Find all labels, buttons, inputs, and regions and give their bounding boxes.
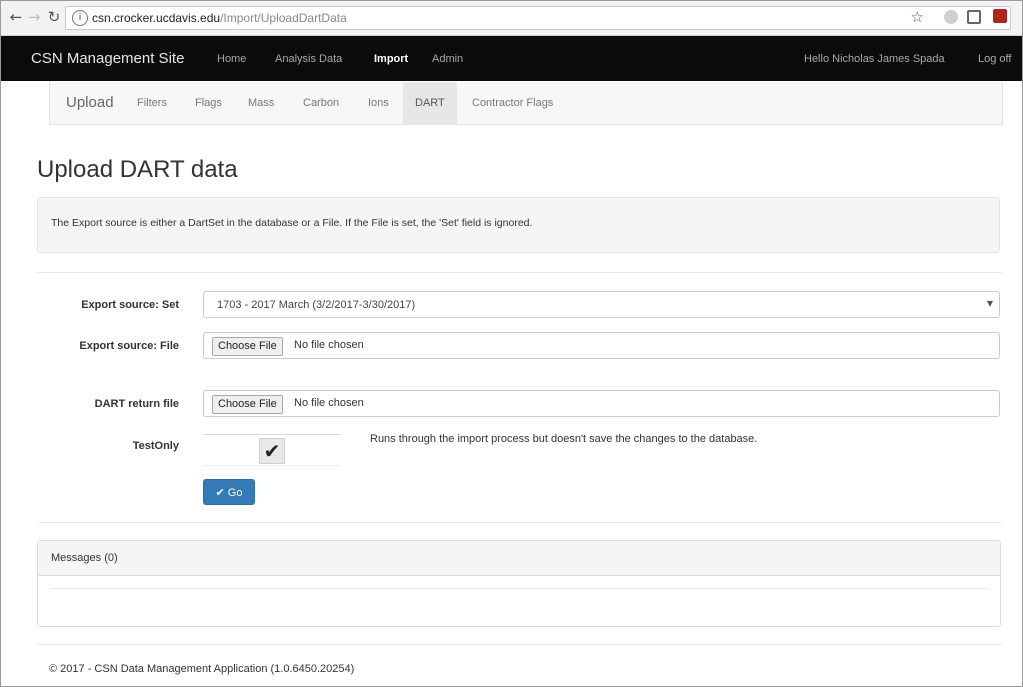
return-file-status: No file chosen [294, 397, 364, 409]
info-icon[interactable]: i [72, 10, 88, 26]
divider [51, 588, 987, 589]
url-path: /Import/UploadDartData [220, 11, 347, 25]
subnav-upload[interactable]: Upload [54, 82, 126, 124]
export-set-label: Export source: Set [81, 299, 179, 311]
browser-window: ← → ↻ i csn.crocker.ucdavis.edu/Import/U… [0, 0, 1023, 687]
checkmark-icon: ✔ [215, 486, 225, 499]
footer-text: © 2017 - CSN Data Management Application… [49, 663, 355, 675]
divider [37, 644, 1002, 645]
chevron-down-icon: ▼ [986, 299, 993, 308]
url-text: csn.crocker.ucdavis.edu/Import/UploadDar… [92, 11, 347, 25]
testonly-help-text: Runs through the import process but does… [370, 433, 758, 445]
subnav-mass[interactable]: Mass [236, 82, 286, 124]
divider [37, 522, 1002, 523]
export-file-label: Export source: File [79, 340, 179, 352]
extension-square-icon[interactable] [967, 10, 981, 24]
export-file-input[interactable]: Choose File No file chosen [203, 332, 1000, 359]
nav-import[interactable]: Import [374, 53, 408, 65]
dart-return-file-input[interactable]: Choose File No file chosen [203, 390, 1000, 417]
subnav-carbon[interactable]: Carbon [291, 82, 351, 124]
extension-icon[interactable] [944, 10, 958, 24]
browser-toolbar: ← → ↻ i csn.crocker.ucdavis.edu/Import/U… [1, 1, 1022, 36]
logoff-link[interactable]: Log off [978, 53, 1011, 65]
forward-arrow-icon[interactable]: → [25, 8, 43, 26]
brand-link[interactable]: CSN Management Site [31, 50, 184, 67]
divider [37, 272, 1002, 273]
export-choose-file-button[interactable]: Choose File [212, 337, 283, 356]
messages-title: Messages (0) [51, 552, 118, 564]
go-label: Go [227, 487, 243, 499]
info-text: The Export source is either a DartSet in… [51, 217, 533, 229]
subnav-contractor-flags[interactable]: Contractor Flags [460, 82, 565, 124]
address-bar[interactable]: i csn.crocker.ucdavis.edu/Import/UploadD… [65, 6, 1011, 30]
export-set-select[interactable]: 1703 - 2017 March (3/2/2017-3/30/2017) ▼ [203, 291, 1000, 318]
subnav-ions[interactable]: Ions [356, 82, 401, 124]
top-navbar: CSN Management Site Home Analysis Data I… [1, 36, 1022, 81]
reload-icon[interactable]: ↻ [45, 8, 63, 26]
page-title: Upload DART data [37, 156, 238, 183]
testonly-checkbox[interactable]: ✔ [259, 438, 285, 464]
url-host: csn.crocker.ucdavis.edu [92, 11, 221, 25]
nav-analysis-data[interactable]: Analysis Data [275, 53, 342, 65]
messages-panel: Messages (0) [37, 540, 1001, 627]
user-greeting-link[interactable]: Hello Nicholas James Spada [804, 53, 945, 65]
import-subnav: Upload Filters Flags Mass Carbon Ions DA… [49, 82, 1003, 125]
return-choose-file-button[interactable]: Choose File [212, 395, 283, 414]
testonly-label: TestOnly [132, 440, 179, 452]
subnav-dart[interactable]: DART [403, 82, 457, 124]
checkmark-icon: ✔ [263, 439, 281, 463]
bookmark-star-icon[interactable]: ☆ [911, 8, 924, 26]
go-button[interactable]: ✔ Go [203, 479, 255, 505]
testonly-field: ✔ [203, 434, 341, 466]
subnav-filters[interactable]: Filters [125, 82, 179, 124]
messages-header: Messages (0) [38, 541, 1000, 576]
export-file-status: No file chosen [294, 339, 364, 351]
export-set-value: 1703 - 2017 March (3/2/2017-3/30/2017) [217, 299, 416, 311]
subnav-flags[interactable]: Flags [183, 82, 234, 124]
info-well: The Export source is either a DartSet in… [37, 197, 1000, 253]
nav-home[interactable]: Home [217, 53, 246, 65]
dart-return-label: DART return file [94, 398, 179, 410]
back-arrow-icon[interactable]: ← [7, 8, 25, 26]
nav-admin[interactable]: Admin [432, 53, 463, 65]
pdf-extension-icon[interactable] [993, 9, 1007, 23]
